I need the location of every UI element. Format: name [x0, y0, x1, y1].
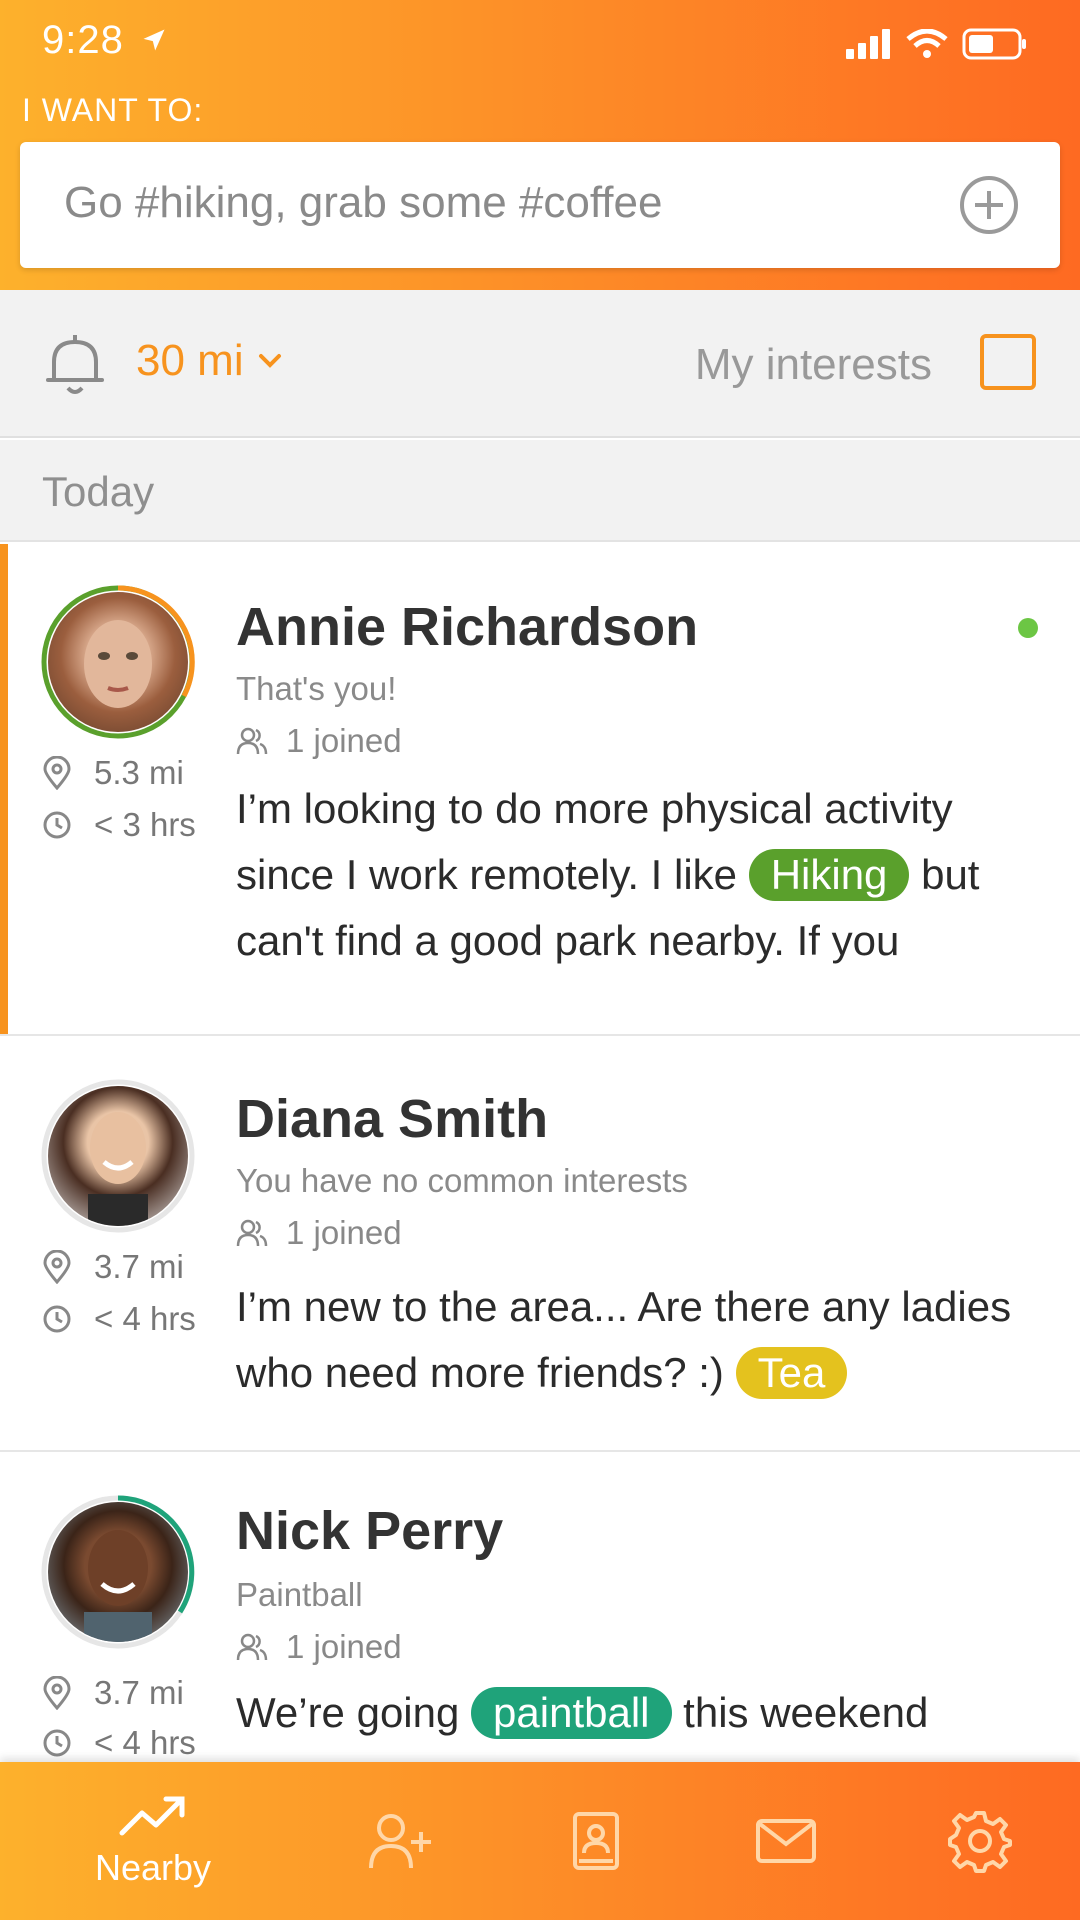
interest-tag[interactable]: Hiking [748, 849, 910, 901]
post-text: I’m new to the area... Are there any lad… [236, 1274, 1036, 1406]
time-text: < 4 hrs [94, 1724, 196, 1761]
mail-icon [756, 1819, 816, 1863]
post-subtitle: You have no common interests [236, 1162, 688, 1199]
status-bar: 9:28 [0, 0, 1080, 80]
distance-text: 5.3 mi [94, 754, 184, 791]
post-card[interactable]: 5.3 mi < 3 hrs Annie Richardson That's y… [0, 544, 1080, 1036]
post-subtitle: Paintball [236, 1576, 363, 1613]
avatar[interactable] [40, 1494, 196, 1650]
bell-icon[interactable] [44, 332, 106, 403]
joined-count: 1 joined [236, 722, 402, 760]
joined-count: 1 joined [236, 1214, 402, 1252]
time-meta: < 4 hrs [42, 1724, 196, 1762]
signal-icon [846, 29, 890, 59]
chevron-down-icon [258, 354, 281, 368]
activity-input[interactable]: Go #hiking, grab some #coffee [20, 142, 1060, 268]
interests-checkbox[interactable] [980, 334, 1036, 390]
post-text-after: this weekend [683, 1689, 929, 1736]
joined-count: 1 joined [236, 1628, 402, 1666]
gear-icon [948, 1811, 1012, 1873]
section-header-today: Today [0, 440, 1080, 542]
clock-icon [43, 811, 71, 839]
post-subtitle: That's you! [236, 670, 397, 707]
post-author-name[interactable]: Nick Perry [236, 1500, 503, 1562]
post-text: We’re going paintball this weekend [236, 1680, 1036, 1746]
wifi-icon [906, 29, 948, 58]
users-icon [236, 727, 268, 755]
activity-input-placeholder: Go #hiking, grab some #coffee [64, 178, 663, 227]
online-indicator [1018, 618, 1038, 638]
location-arrow-icon [140, 26, 168, 59]
filter-bar: 30 mi My interests [0, 290, 1080, 438]
post-author-name[interactable]: Diana Smith [236, 1088, 548, 1150]
post-author-name[interactable]: Annie Richardson [236, 596, 698, 658]
avatar[interactable] [40, 1078, 196, 1234]
interest-tag[interactable]: paintball [471, 1687, 672, 1739]
add-circle-icon[interactable] [958, 174, 1020, 241]
clock-icon [43, 1729, 71, 1757]
status-icons [846, 28, 1028, 60]
status-time: 9:28 [42, 18, 124, 62]
tab-nearby[interactable]: Nearby [45, 1762, 261, 1920]
location-pin-icon [43, 1676, 71, 1710]
post-text-before: I’m new to the area... Are there any lad… [236, 1283, 1012, 1396]
users-icon [236, 1219, 268, 1247]
distance-text: 3.7 mi [94, 1674, 184, 1711]
joined-text: 1 joined [286, 1628, 402, 1665]
tab-label: Nearby [94, 1847, 212, 1888]
post-card[interactable]: 3.7 mi < 4 hrs Diana Smith You have no c… [0, 1036, 1080, 1452]
tab-add-friend[interactable] [292, 1762, 508, 1920]
avatar[interactable] [40, 584, 196, 740]
contacts-book-icon [573, 1812, 619, 1870]
time-meta: < 3 hrs [42, 806, 196, 844]
distance-text: 3.7 mi [94, 1248, 184, 1285]
want-label: I WANT TO: [22, 92, 204, 128]
trending-up-icon [119, 1796, 185, 1836]
location-pin-icon [43, 1250, 71, 1284]
time-text: < 3 hrs [94, 806, 196, 843]
add-user-icon [369, 1814, 431, 1869]
interests-label: My interests [694, 340, 932, 389]
battery-icon [962, 28, 1026, 60]
section-title: Today [42, 468, 155, 515]
distance-meta: 3.7 mi [42, 1674, 184, 1712]
time-text: < 4 hrs [94, 1300, 196, 1337]
header: 9:28 I WANT TO: Go #hiking, grab some #c… [0, 0, 1080, 290]
users-icon [236, 1633, 268, 1661]
tab-messages[interactable] [678, 1762, 894, 1920]
joined-text: 1 joined [286, 1214, 402, 1251]
location-pin-icon [43, 756, 71, 790]
tab-bar: Nearby [0, 1762, 1080, 1920]
interest-tag[interactable]: Tea [735, 1347, 848, 1399]
distance-value: 30 mi [136, 336, 244, 385]
joined-text: 1 joined [286, 722, 402, 759]
distance-dropdown[interactable]: 30 mi [136, 336, 282, 386]
distance-meta: 3.7 mi [42, 1248, 184, 1286]
time-meta: < 4 hrs [42, 1300, 196, 1338]
distance-meta: 5.3 mi [42, 754, 184, 792]
clock-icon [43, 1305, 71, 1333]
post-text-before: We’re going [236, 1689, 460, 1736]
post-card[interactable]: 3.7 mi < 4 hrs Nick Perry Paintball 1 jo… [0, 1452, 1080, 1762]
tab-contacts[interactable] [488, 1762, 704, 1920]
post-text: I’m looking to do more physical activity… [236, 776, 1036, 974]
tab-settings[interactable] [872, 1762, 1080, 1920]
